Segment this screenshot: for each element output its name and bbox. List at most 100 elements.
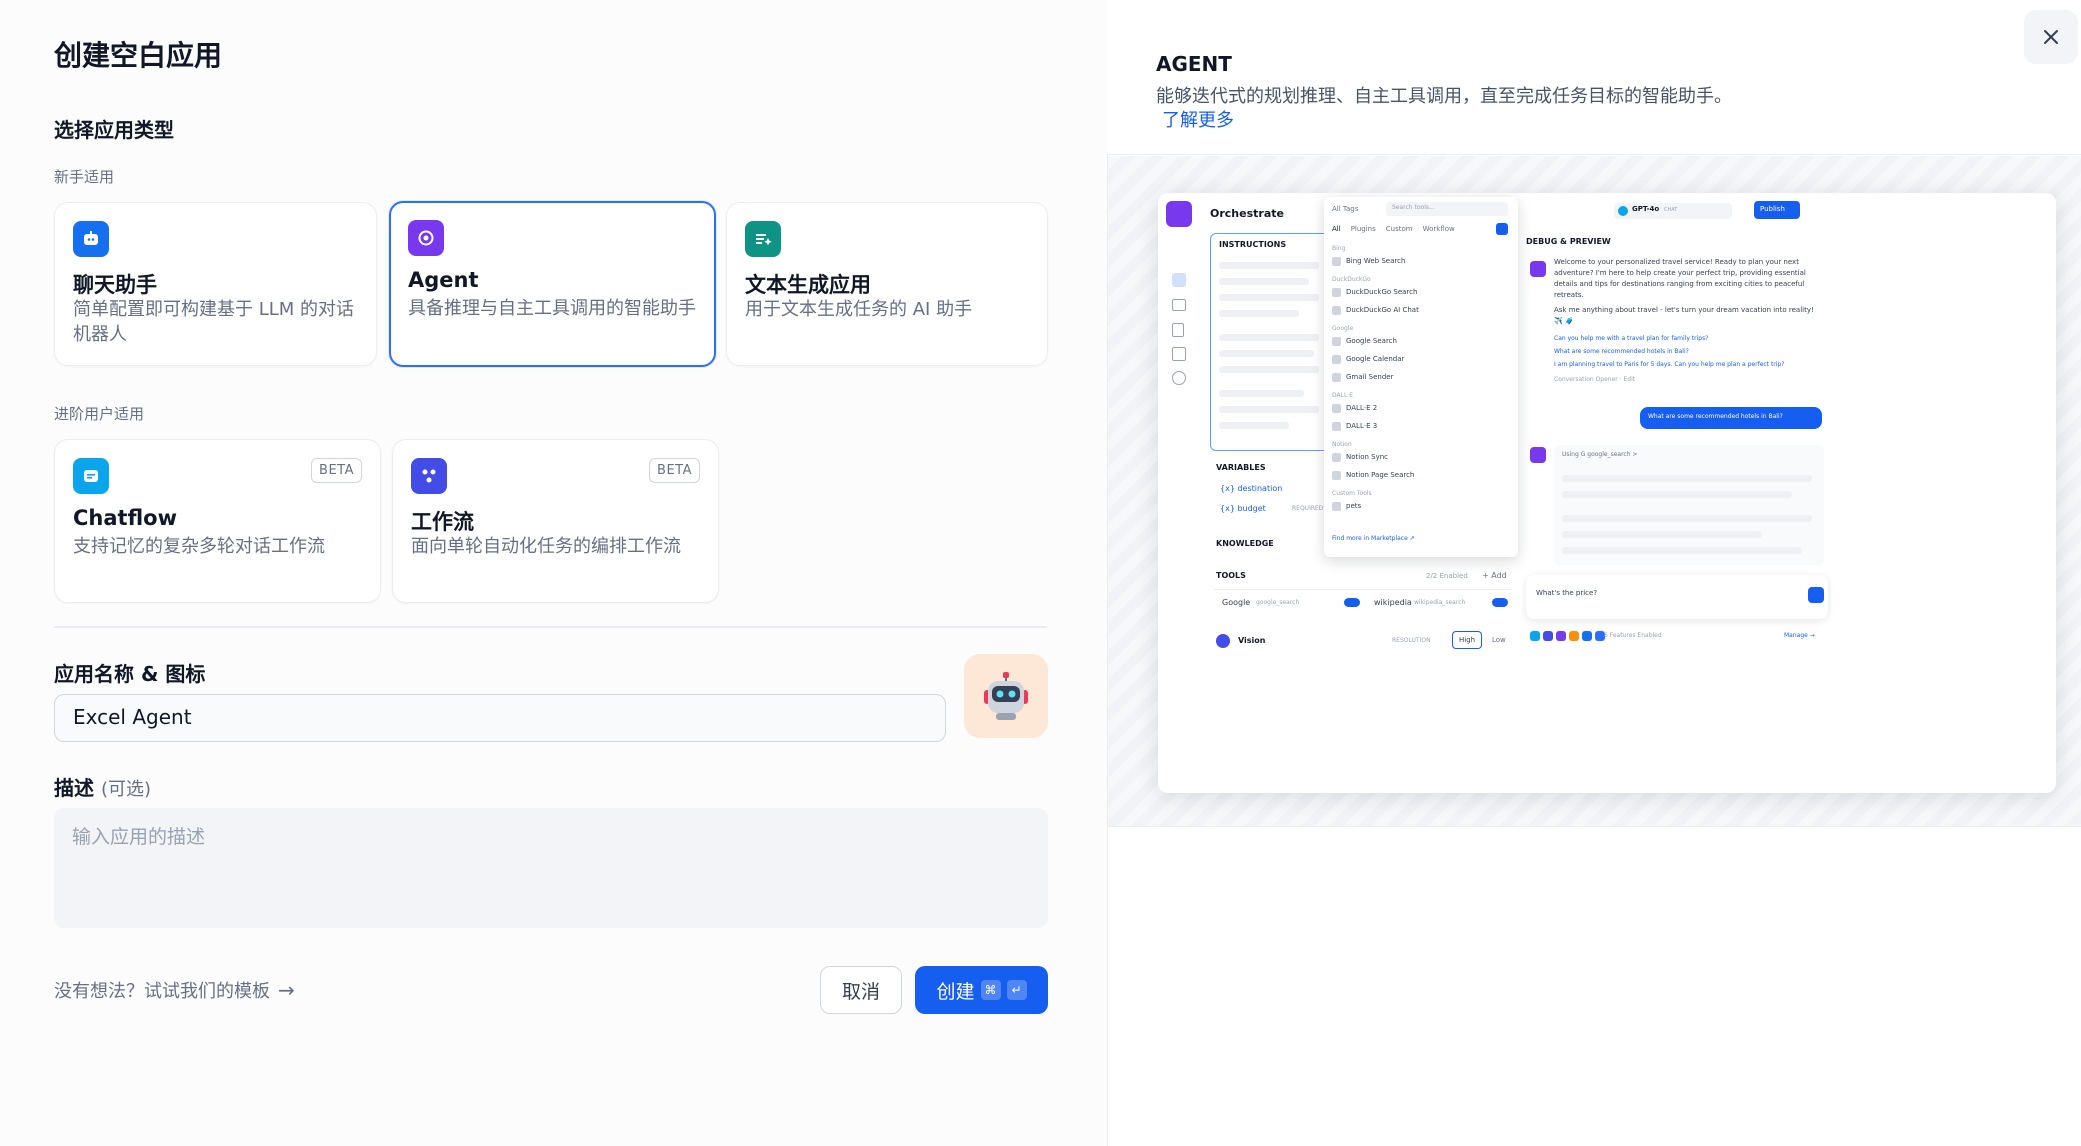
tools-label: TOOLS — [1216, 571, 1246, 580]
suggested-question: Can you help me with a travel plan for f… — [1554, 335, 1709, 342]
bot-avatar-icon — [1530, 261, 1546, 277]
model-name: GPT-4o — [1632, 205, 1660, 213]
dialog-title: 创建空白应用 — [54, 39, 223, 72]
resolution-high: High — [1452, 631, 1482, 649]
description-textarea[interactable]: 输入应用的描述 — [54, 808, 1048, 928]
template-link[interactable]: 没有想法？试试我们的模板 → — [54, 977, 295, 1003]
divider — [54, 626, 1047, 628]
variable-destination: {x} destination — [1220, 484, 1283, 493]
card-desc: 简单配置即可构建基于 LLM 的对话机器人 — [73, 299, 355, 345]
workflow-icon — [411, 458, 447, 494]
tool-picker-dropdown: All Tags Search tools... All Plugins Custo… — [1324, 197, 1518, 557]
tool-icon — [1332, 372, 1341, 382]
tool-using-indicator: Using G google_search > — [1562, 451, 1638, 458]
chatflow-icon — [73, 458, 109, 494]
chat-input: What's the price? — [1526, 575, 1828, 619]
marketplace-link: Find more in Marketplace ↗ — [1332, 535, 1415, 542]
suggested-question: What are some recommended hotels in Bali… — [1554, 348, 1689, 355]
beta-badge: BETA — [649, 458, 700, 483]
tool-group-label: DuckDuckGo — [1332, 276, 1371, 283]
tool-tab: Workflow — [1422, 225, 1455, 233]
feature-icons — [1530, 631, 1605, 641]
knowledge-label: KNOWLEDGE — [1216, 539, 1274, 548]
app-name-label: 应用名称 & 图标 — [54, 662, 206, 686]
add-icon — [1496, 223, 1508, 235]
logs-nav-icon — [1172, 323, 1184, 337]
tool-group-label: Google — [1332, 325, 1354, 332]
tool-item: Notion Sync — [1332, 448, 1510, 466]
vision-icon — [1216, 634, 1230, 648]
ask-message: Ask me anything about travel - let's tur… — [1554, 306, 1814, 325]
variables-label: VARIABLES — [1216, 463, 1266, 472]
manage-link: Manage → — [1784, 632, 1815, 639]
tool-icon — [1332, 256, 1341, 266]
tools-enabled-count: 2/2 Enabled — [1426, 572, 1468, 580]
robot-icon — [984, 672, 1028, 720]
app-type-card-agent[interactable]: Agent 具备推理与自主工具调用的智能助手 — [389, 201, 716, 367]
tool-item: DuckDuckGo AI Chat — [1332, 301, 1510, 319]
tool-item: DALL·E 2 — [1332, 399, 1510, 417]
tool-search-input: Search tools... — [1392, 204, 1435, 211]
tool-item: pets — [1332, 497, 1510, 515]
tool-icon — [1332, 305, 1341, 315]
toggle-icon — [1344, 598, 1360, 607]
tool-item: DALL·E 3 — [1332, 417, 1510, 435]
preview-header — [1107, 0, 2081, 155]
card-name: 文本生成应用 — [745, 273, 871, 297]
app-type-card-text-generation[interactable]: 文本生成应用 用于文本生成任务的 AI 助手 — [726, 202, 1048, 366]
tool-tabs: All Plugins Custom Workflow — [1332, 225, 1455, 233]
create-button[interactable]: 创建 ⌘ ↵ — [915, 966, 1048, 1014]
tool-google: Google — [1222, 598, 1251, 607]
tool-group-label: Custom Tools — [1332, 490, 1372, 497]
learn-more-link[interactable]: 了解更多 — [1162, 106, 1234, 132]
tool-wikipedia: wikipedia — [1374, 598, 1412, 607]
app-name-input[interactable]: Excel Agent — [54, 694, 946, 742]
orchestrate-nav-icon — [1172, 273, 1186, 287]
arrow-right-icon: → — [278, 978, 295, 1002]
card-name: 工作流 — [411, 510, 474, 534]
app-type-card-workflow[interactable]: BETA 工作流 面向单轮自动化任务的编排工作流 — [392, 439, 719, 603]
resolution-label: RESOLUTION — [1392, 637, 1431, 644]
tool-icon — [1332, 354, 1341, 364]
model-icon — [1618, 206, 1628, 216]
cancel-button[interactable]: 取消 — [820, 966, 902, 1014]
tool-icon — [1332, 421, 1341, 431]
card-name: 聊天助手 — [73, 273, 157, 297]
tool-group-label: Bing — [1332, 245, 1346, 252]
card-desc: 用于文本生成任务的 AI 助手 — [745, 299, 973, 320]
app-icon-picker[interactable] — [964, 654, 1048, 738]
add-tool-button: + Add — [1482, 571, 1507, 580]
description-label: 描述 (可选) — [54, 776, 152, 800]
command-key-icon: ⌘ — [980, 980, 1001, 1000]
card-desc: 具备推理与自主工具调用的智能助手 — [408, 298, 696, 319]
features-enabled: 6 Features Enabled — [1604, 632, 1662, 639]
debug-title: DEBUG & PREVIEW — [1526, 237, 1611, 246]
preview-screenshot: Orchestrate INSTRUCTIONS VARIABLES {x} d… — [1158, 193, 2056, 793]
app-type-card-chatflow[interactable]: BETA Chatflow 支持记忆的复杂多轮对话工作流 — [54, 439, 381, 603]
shot-app-title: Orchestrate — [1210, 207, 1284, 220]
chat-bot-icon — [73, 221, 109, 257]
card-name: Chatflow — [73, 506, 177, 530]
instructions-box: INSTRUCTIONS — [1210, 233, 1332, 451]
close-button[interactable] — [2024, 10, 2078, 64]
tool-item: Notion Page Search — [1332, 466, 1510, 484]
card-desc: 支持记忆的复杂多轮对话工作流 — [73, 536, 325, 557]
tool-icon — [1332, 287, 1341, 297]
send-icon — [1808, 587, 1824, 603]
tool-item: DuckDuckGo Search — [1332, 283, 1510, 301]
tool-icon — [1332, 452, 1341, 462]
group-advanced-label: 进阶用户适用 — [54, 405, 145, 423]
tool-icon — [1332, 403, 1341, 413]
preview-title: AGENT — [1156, 52, 1232, 76]
tool-list: Bing Bing Web Search DuckDuckGo DuckDuckGo … — [1332, 245, 1510, 515]
tool-item: Google Calendar — [1332, 350, 1510, 368]
tool-icon — [1332, 501, 1341, 511]
tool-item: Bing Web Search — [1332, 252, 1510, 270]
conversation-opener: Conversation Opener · Edit — [1554, 376, 1636, 383]
resolution-low: Low — [1492, 636, 1506, 644]
app-type-card-chat-assistant[interactable]: 聊天助手 简单配置即可构建基于 LLM 的对话机器人 — [54, 202, 377, 366]
tool-item: Gmail Sender — [1332, 368, 1510, 386]
user-message-bubble: What are some recommended hotels in Bali… — [1640, 407, 1822, 429]
group-beginner-label: 新手适用 — [54, 168, 115, 186]
tool-item: Google Search — [1332, 332, 1510, 350]
